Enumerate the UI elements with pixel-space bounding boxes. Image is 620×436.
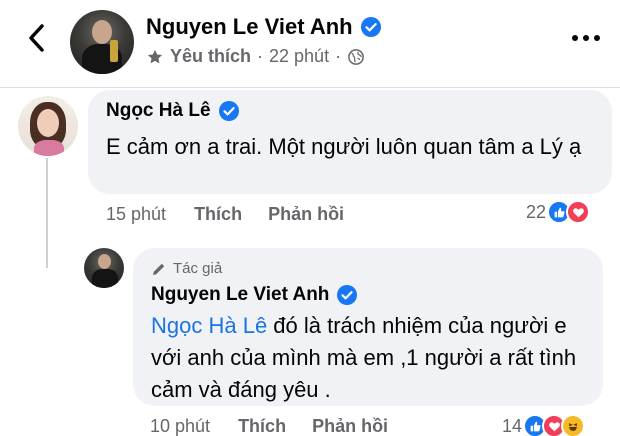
like-button[interactable]: Thích [238, 416, 286, 436]
reply-author-name[interactable]: Nguyen Le Viet Anh [151, 284, 358, 306]
comment-actions: 15 phút Thích Phản hồi [106, 204, 344, 225]
chevron-left-icon [29, 24, 44, 52]
pencil-icon [153, 263, 165, 275]
reaction-summary[interactable]: 14 [502, 414, 586, 436]
reply-time[interactable]: 10 phút [150, 416, 210, 436]
author-name[interactable]: Nguyen Le Viet Anh [146, 14, 381, 40]
post-meta: Yêu thích · 22 phút · [146, 46, 365, 67]
verified-badge-icon [337, 285, 358, 305]
reply-button[interactable]: Phản hồi [312, 416, 388, 436]
globe-icon [348, 48, 364, 65]
verified-badge-icon [360, 17, 381, 37]
star-icon [147, 49, 163, 63]
reply-author-avatar[interactable] [84, 248, 124, 288]
favorites-label: Yêu thích [170, 46, 252, 66]
reaction-count: 14 [502, 415, 523, 436]
mention-link[interactable]: Ngọc Hà Lê [151, 313, 267, 338]
reaction-count: 22 [526, 201, 547, 222]
reaction-summary[interactable]: 22 [526, 200, 591, 224]
love-reaction-icon [566, 200, 591, 224]
comment-text: E cảm ơn a trai. Một người luôn quan tâm… [106, 134, 582, 159]
post-header: Nguyen Le Viet Anh Yêu thích · 22 phút · [0, 0, 620, 88]
more-horizontal-icon [572, 35, 600, 41]
comment-bubble[interactable]: Ngọc Hà Lê E cảm ơn a trai. Một người lu… [88, 90, 612, 194]
like-button[interactable]: Thích [194, 204, 242, 225]
more-options-button[interactable] [568, 26, 604, 50]
meta-separator: · [335, 46, 342, 66]
reply-text: Ngọc Hà Lê đó là trách nhiệm của người e… [151, 310, 596, 406]
author-avatar[interactable] [70, 10, 134, 74]
author-badge: Tác giả [151, 260, 222, 277]
commenter-name-text: Ngọc Hà Lê [106, 100, 211, 121]
haha-reaction-icon [561, 414, 586, 436]
author-badge-label: Tác giả [173, 260, 223, 277]
commenter-avatar[interactable] [18, 96, 78, 156]
back-button[interactable] [20, 18, 52, 58]
reply-bubble[interactable]: Tác giả Nguyen Le Viet Anh Ngọc Hà Lê đó… [133, 248, 603, 406]
reply-button[interactable]: Phản hồi [268, 204, 344, 225]
reply-thread-line [46, 158, 48, 268]
meta-separator: · [257, 46, 264, 66]
author-name-text: Nguyen Le Viet Anh [146, 14, 353, 39]
commenter-name[interactable]: Ngọc Hà Lê [106, 100, 239, 122]
comment-time[interactable]: 15 phút [106, 204, 166, 225]
reply-actions: 10 phút Thích Phản hồi [150, 416, 388, 436]
post-time[interactable]: 22 phút [269, 46, 329, 67]
reply-author-name-text: Nguyen Le Viet Anh [151, 284, 330, 305]
verified-badge-icon [218, 101, 239, 121]
